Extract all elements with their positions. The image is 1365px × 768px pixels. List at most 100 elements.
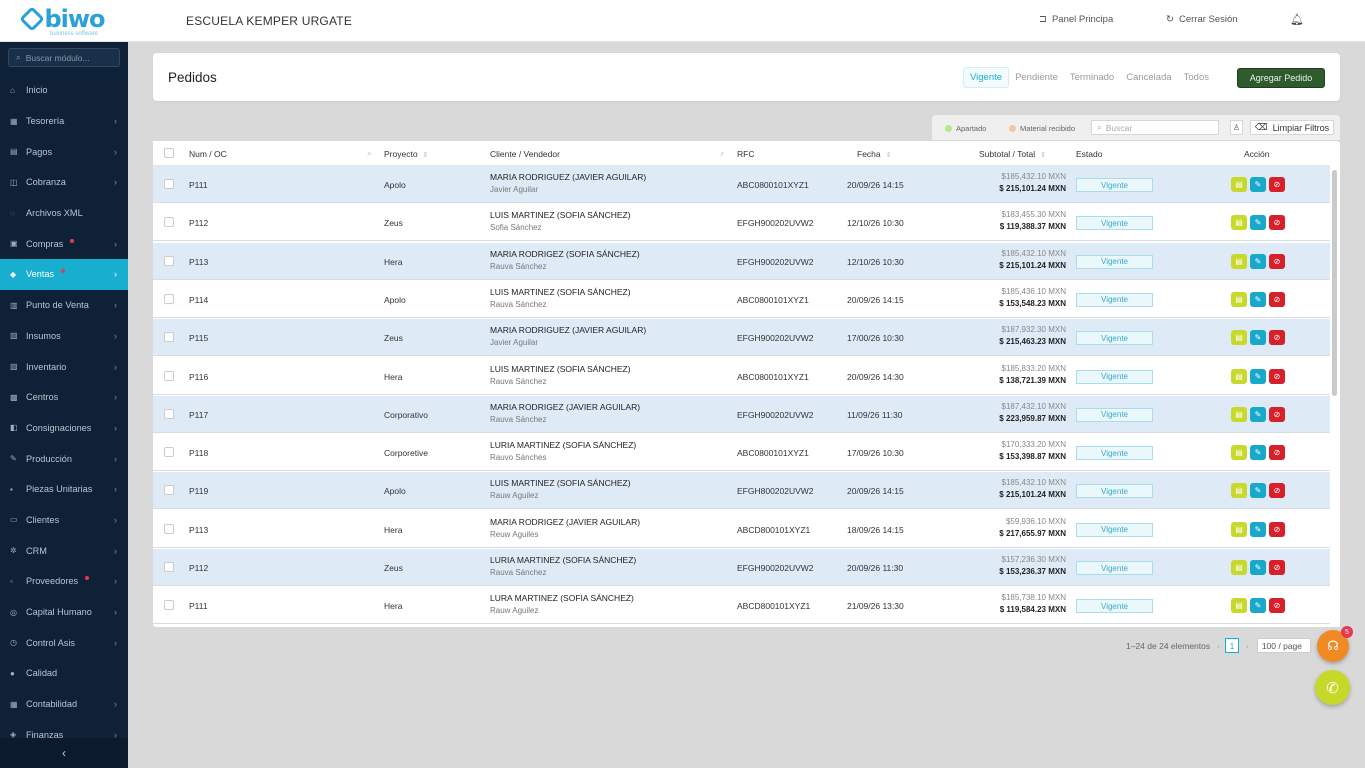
order-number[interactable]: P119 xyxy=(189,486,208,496)
tab-vigente[interactable]: Vigente xyxy=(963,67,1010,88)
document-button[interactable]: ▤ xyxy=(1231,368,1247,384)
order-number[interactable]: P114 xyxy=(189,295,208,305)
add-order-button[interactable]: Agregar Pedido xyxy=(1237,68,1325,88)
sidebar-item-cobranza[interactable]: ◫ Cobranza › xyxy=(0,167,128,198)
sidebar-item-insumos[interactable]: ▧ Insumos › xyxy=(0,321,128,352)
document-button[interactable]: ▤ xyxy=(1231,291,1247,307)
prev-page-icon[interactable]: ‹ xyxy=(1217,641,1220,651)
table-row[interactable]: P114 Apolo LUIS MARTINEZ (SOFIA SÁNCHEZ) Ra… xyxy=(153,280,1330,318)
logout-link[interactable]: ↻ Cerrar Sesión xyxy=(1166,14,1238,25)
document-button[interactable]: ▤ xyxy=(1231,330,1247,346)
order-number[interactable]: P116 xyxy=(189,372,208,382)
sidebar-item-piezas-unitarias[interactable]: ▪ Piezas Unitarias › xyxy=(0,474,128,505)
sidebar-item-producción[interactable]: ✎ Producción › xyxy=(0,443,128,474)
sidebar-item-centros[interactable]: ▩ Centros › xyxy=(0,382,128,413)
order-number[interactable]: P112 xyxy=(189,563,208,573)
row-checkbox[interactable] xyxy=(164,179,174,189)
edit-button[interactable]: ✎ xyxy=(1250,598,1266,614)
sidebar-item-pagos[interactable]: ▤ Pagos › xyxy=(0,136,128,167)
edit-button[interactable]: ✎ xyxy=(1250,330,1266,346)
table-row[interactable]: P111 Apolo MARIA RODRIGUEZ (JAVIER AGUILAR… xyxy=(153,166,1330,203)
document-button[interactable]: ▤ xyxy=(1231,253,1247,269)
cancel-button[interactable]: ⊘ xyxy=(1269,406,1285,422)
order-number[interactable]: P118 xyxy=(189,448,208,458)
edit-button[interactable]: ✎ xyxy=(1250,483,1266,499)
row-checkbox[interactable] xyxy=(164,370,174,381)
order-number[interactable]: P111 xyxy=(189,601,208,611)
sidebar-item-proveedores[interactable]: ▫ Proveedores › xyxy=(0,566,128,597)
col-rfc[interactable]: RFC xyxy=(737,149,754,159)
table-row[interactable]: P113 Hera MARIA RODRIGEZ (SOFIA SÁNCHEZ) Ra… xyxy=(153,242,1330,280)
tab-todos[interactable]: Todos xyxy=(1178,68,1215,87)
clear-filters-button[interactable]: ⌫ Limpiar Filtros xyxy=(1250,120,1334,135)
cancel-button[interactable]: ⊘ xyxy=(1269,253,1285,269)
edit-button[interactable]: ✎ xyxy=(1250,560,1266,575)
module-search-input[interactable]: ⌕ Buscar módulo... xyxy=(8,48,120,67)
user-filter-button[interactable]: ♙ xyxy=(1230,120,1243,135)
table-row[interactable]: P112 Zeus LURIA MARTINEZ (SOFIA SÁNCHEZ) Ra… xyxy=(153,549,1330,586)
logo[interactable]: biwo business software xyxy=(0,0,128,42)
order-number[interactable]: P113 xyxy=(189,525,208,535)
col-client-search-icon[interactable]: ⌕ xyxy=(720,149,724,159)
row-checkbox[interactable] xyxy=(164,562,174,572)
edit-button[interactable]: ✎ xyxy=(1250,521,1266,537)
table-search-input[interactable]: ⌕ Buscar xyxy=(1091,120,1219,135)
sidebar-item-punto-de-venta[interactable]: ▥ Punto de Venta › xyxy=(0,290,128,321)
col-num[interactable]: Num / OC xyxy=(189,149,227,159)
sidebar-item-control-asis[interactable]: ◷ Control Asis › xyxy=(0,627,128,658)
col-amount[interactable]: Subtotal / Total ⇕ xyxy=(979,149,1046,159)
cancel-button[interactable]: ⊘ xyxy=(1269,368,1285,384)
sidebar-item-ventas[interactable]: ◆ Ventas › xyxy=(0,259,128,290)
table-row[interactable]: P115 Zeus MARIA RODRIGUEZ (JAVIER AGUILAR)… xyxy=(153,319,1330,357)
row-checkbox[interactable] xyxy=(164,447,174,458)
document-button[interactable]: ▤ xyxy=(1231,521,1247,537)
row-checkbox[interactable] xyxy=(164,485,174,496)
sidebar-item-compras[interactable]: ▣ Compras › xyxy=(0,228,128,259)
order-number[interactable]: P113 xyxy=(189,257,208,267)
tab-pendiente[interactable]: Pendiente xyxy=(1009,68,1064,87)
col-client[interactable]: Cliente / Vendedor xyxy=(490,149,560,159)
col-date[interactable]: Fecha ⇕ xyxy=(857,149,892,159)
whatsapp-button[interactable]: ✆ xyxy=(1315,670,1350,705)
sidebar-item-tesorería[interactable]: ▦ Tesorería › xyxy=(0,106,128,137)
next-page-icon[interactable]: › xyxy=(1246,641,1249,651)
sidebar-item-contabilidad[interactable]: ▦ Contabilidad › xyxy=(0,689,128,720)
table-row[interactable]: P113 Hera MARIA RODRIGEZ (JAVIER AGUILAR) R… xyxy=(153,510,1330,548)
collapse-sidebar-button[interactable]: ‹ xyxy=(0,738,128,768)
table-row[interactable]: P119 Apolo LUIS MARTINEZ (SOFIA SÁNCHEZ) Ra… xyxy=(153,472,1330,510)
cancel-button[interactable]: ⊘ xyxy=(1269,291,1285,307)
row-checkbox[interactable] xyxy=(164,332,174,343)
table-row[interactable]: P111 Hera LURA MARTINEZ (SOFIA SÁNCHEZ) Rau… xyxy=(153,587,1330,625)
cancel-button[interactable]: ⊘ xyxy=(1269,177,1285,192)
scrollbar-thumb[interactable] xyxy=(1332,170,1337,396)
row-checkbox[interactable] xyxy=(164,523,174,534)
edit-button[interactable]: ✎ xyxy=(1250,215,1266,231)
page-size-select[interactable]: 100 / page xyxy=(1256,638,1311,653)
order-number[interactable]: P117 xyxy=(189,410,208,420)
document-button[interactable]: ▤ xyxy=(1231,177,1247,192)
document-button[interactable]: ▤ xyxy=(1231,445,1247,461)
document-button[interactable]: ▤ xyxy=(1231,406,1247,422)
order-number[interactable]: P115 xyxy=(189,333,208,343)
sidebar-item-inventario[interactable]: ▨ Inventario › xyxy=(0,351,128,382)
current-page-button[interactable]: 1 xyxy=(1224,638,1239,653)
col-project[interactable]: Proyecto ⇕ xyxy=(384,149,428,159)
select-all-checkbox[interactable] xyxy=(164,148,174,158)
cancel-button[interactable]: ⊘ xyxy=(1269,330,1285,346)
row-checkbox[interactable] xyxy=(164,255,174,266)
document-button[interactable]: ▤ xyxy=(1231,483,1247,499)
row-checkbox[interactable] xyxy=(164,217,174,228)
row-checkbox[interactable] xyxy=(164,600,174,611)
cancel-button[interactable]: ⊘ xyxy=(1269,445,1285,461)
table-row[interactable]: P116 Hera LUIS MARTINEZ (SOFIA SÁNCHEZ) Rau… xyxy=(153,357,1330,395)
cancel-button[interactable]: ⊘ xyxy=(1269,521,1285,537)
order-number[interactable]: P111 xyxy=(189,180,208,190)
edit-button[interactable]: ✎ xyxy=(1250,445,1266,461)
document-button[interactable]: ▤ xyxy=(1231,560,1247,575)
cancel-button[interactable]: ⊘ xyxy=(1269,598,1285,614)
sidebar-item-crm[interactable]: ✲ CRM › xyxy=(0,535,128,566)
cancel-button[interactable]: ⊘ xyxy=(1269,560,1285,575)
document-button[interactable]: ▤ xyxy=(1231,215,1247,231)
edit-button[interactable]: ✎ xyxy=(1250,406,1266,422)
edit-button[interactable]: ✎ xyxy=(1250,291,1266,307)
